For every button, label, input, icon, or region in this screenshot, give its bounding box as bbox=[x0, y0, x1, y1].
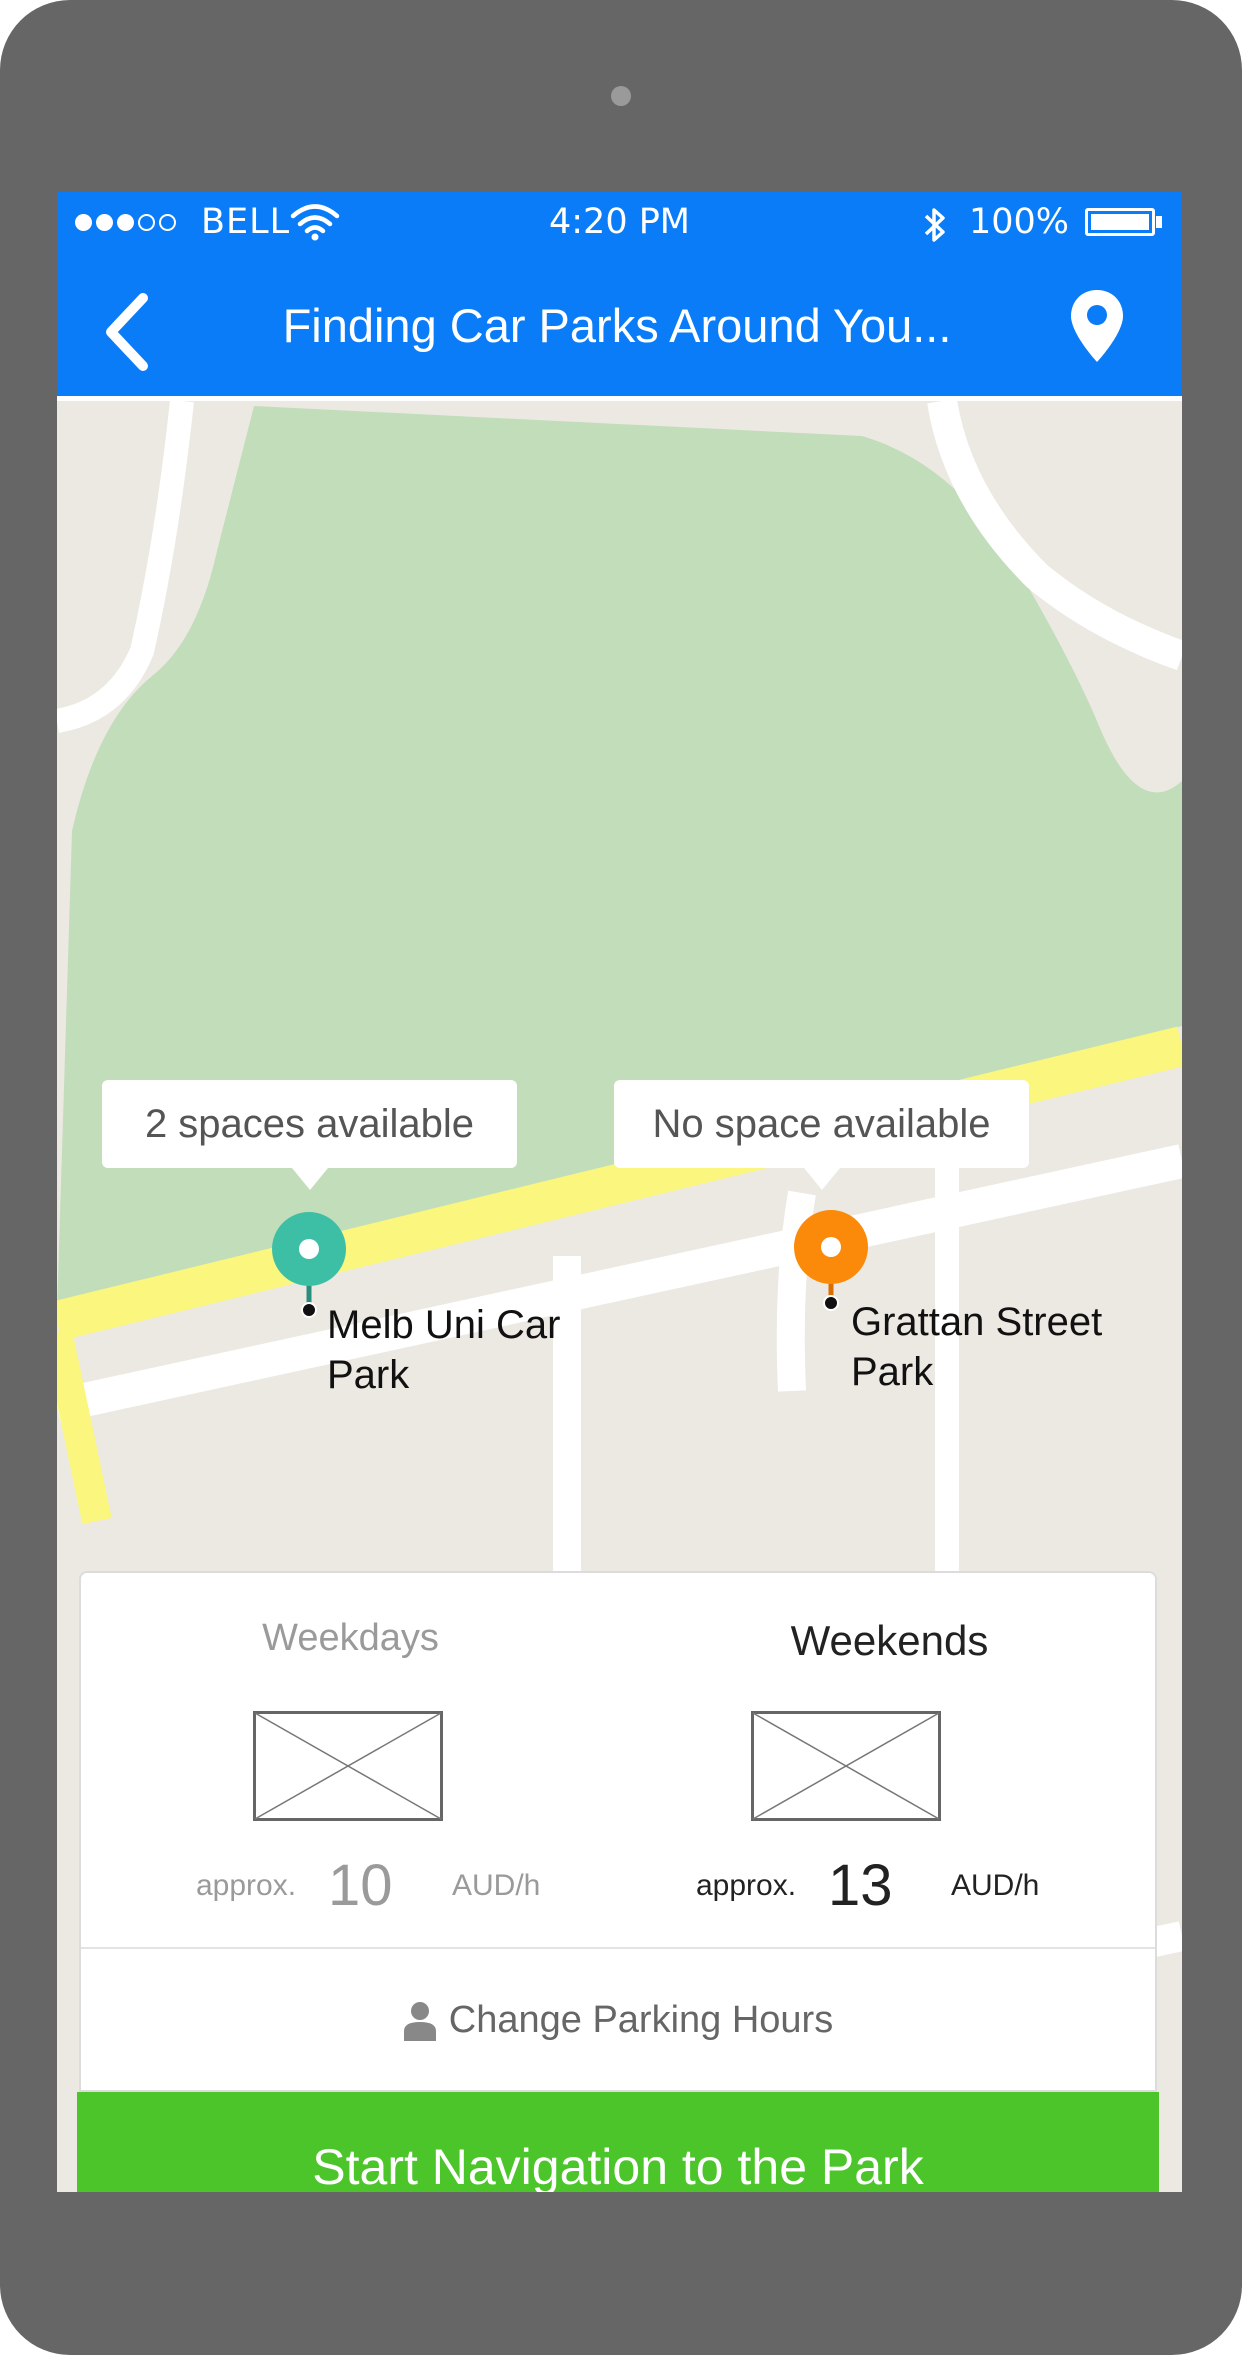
availability-bubble-grattan[interactable]: No space available bbox=[614, 1080, 1029, 1190]
battery-tip bbox=[1156, 216, 1162, 228]
person-icon bbox=[403, 2001, 436, 2041]
weekends-price-row: approx. 13 AUD/h bbox=[620, 1856, 1159, 1916]
weekends-label: Weekends bbox=[790, 1617, 989, 1664]
page-title: Finding Car Parks Around You... bbox=[282, 299, 952, 352]
weekdays-approx: approx. bbox=[196, 1869, 297, 1902]
park-name-line2: Park bbox=[327, 1353, 410, 1397]
back-arrow-icon[interactable] bbox=[97, 292, 157, 372]
weekdays-price-row: approx. 10 AUD/h bbox=[81, 1856, 620, 1916]
bluetooth-icon bbox=[924, 208, 945, 242]
change-parking-hours-button[interactable]: Change Parking Hours bbox=[81, 1949, 1155, 2092]
map-view[interactable]: 2 spaces available Melb Uni Car Park No … bbox=[57, 401, 1182, 2192]
navigation-bar: Finding Car Parks Around You... bbox=[57, 254, 1182, 401]
park-name-grattan[interactable]: Grattan Street Park bbox=[851, 1297, 1102, 1397]
park-name-line1: Grattan Street bbox=[851, 1300, 1103, 1344]
parking-info-card: Weekdays approx. 10 AUD/h Weekends appro… bbox=[79, 1571, 1157, 2092]
weekdays-column[interactable]: Weekdays approx. 10 AUD/h bbox=[81, 1573, 620, 1947]
park-name-line1: Melb Uni Car bbox=[327, 1303, 561, 1347]
weekdays-price: 10 bbox=[328, 1853, 393, 1918]
status-bar: BELL 4:20 PM 100% bbox=[57, 192, 1182, 254]
park-name-line2: Park bbox=[851, 1350, 934, 1394]
availability-bubble-melb-uni[interactable]: 2 spaces available bbox=[102, 1080, 517, 1190]
battery-icon bbox=[1085, 208, 1155, 236]
battery-level-fill bbox=[1091, 214, 1149, 230]
weekdays-label: Weekdays bbox=[262, 1617, 439, 1659]
start-navigation-button[interactable]: Start Navigation to the Park bbox=[77, 2092, 1159, 2192]
weekdays-image-placeholder bbox=[253, 1711, 443, 1821]
weekends-column[interactable]: Weekends approx. 13 AUD/h bbox=[620, 1573, 1159, 1947]
weekends-approx: approx. bbox=[696, 1869, 797, 1902]
weekends-price: 13 bbox=[828, 1853, 893, 1918]
change-parking-hours-label: Change Parking Hours bbox=[448, 1999, 834, 2041]
battery-percent: 100% bbox=[969, 202, 1070, 242]
park-name-melb-uni[interactable]: Melb Uni Car Park bbox=[327, 1300, 560, 1400]
camera-dot bbox=[611, 86, 631, 106]
phone-frame: BELL 4:20 PM 100% Finding Car Parks Arou… bbox=[0, 0, 1242, 2355]
weekends-image-placeholder bbox=[751, 1711, 941, 1821]
location-pin-icon[interactable] bbox=[1069, 288, 1125, 364]
weekdays-unit: AUD/h bbox=[452, 1869, 541, 1902]
app-screen: BELL 4:20 PM 100% Finding Car Parks Arou… bbox=[57, 192, 1182, 2192]
weekends-unit: AUD/h bbox=[951, 1869, 1040, 1902]
